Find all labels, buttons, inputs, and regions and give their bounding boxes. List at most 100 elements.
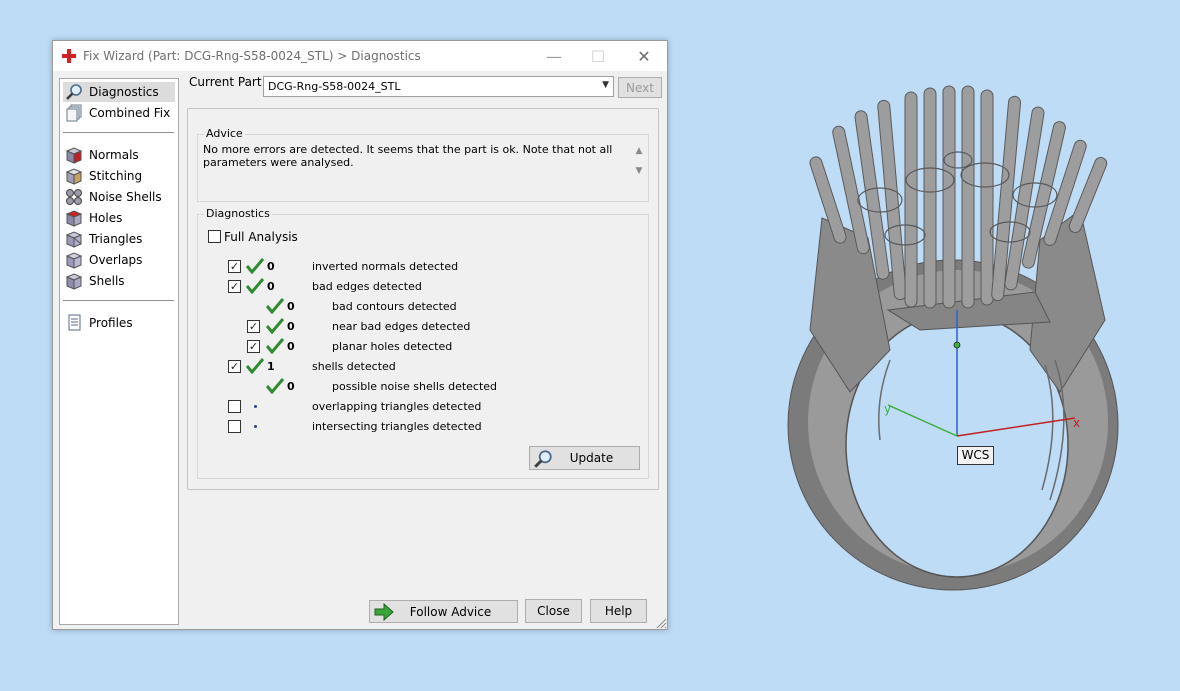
nav-item-noise-shells[interactable]: Noise Shells: [63, 187, 175, 207]
minimize-button[interactable]: —: [531, 41, 577, 71]
holes-cube-icon: [65, 210, 83, 227]
advice-scrollbar[interactable]: ▲ ▼: [633, 141, 645, 185]
planar-holes-count: 0: [287, 340, 295, 353]
fix-wizard-nav: Diagnostics Combined Fix Normals Stitchi…: [59, 78, 179, 625]
window-title: Fix Wizard (Part: DCG-Rng-S58-0024_STL) …: [83, 49, 421, 63]
pending-dot-icon: [254, 405, 257, 408]
nav-item-stitching[interactable]: Stitching: [63, 166, 175, 186]
nav-item-profiles[interactable]: Profiles: [63, 313, 175, 333]
current-part-dropdown[interactable]: DCG-Rng-S58-0024_STL ▼: [263, 76, 614, 97]
close-button[interactable]: Close: [525, 599, 582, 623]
maximize-button[interactable]: ☐: [575, 41, 621, 71]
nav-item-combined-fix[interactable]: Combined Fix: [63, 103, 175, 123]
bad-contours-label: bad contours detected: [332, 300, 457, 313]
magnifier-icon: [534, 450, 552, 468]
nav-label: Noise Shells: [89, 190, 162, 204]
nav-label: Stitching: [89, 169, 143, 183]
nav-item-diagnostics[interactable]: Diagnostics: [63, 82, 175, 102]
advice-group: Advice No more errors are detected. It s…: [197, 127, 649, 202]
green-check-icon: [246, 358, 264, 374]
help-button[interactable]: Help: [590, 599, 647, 623]
advice-text: No more errors are detected. It seems th…: [203, 143, 623, 195]
bad-edges-count: 0: [267, 280, 275, 293]
noise-shells-label: possible noise shells detected: [332, 380, 498, 393]
nav-label: Diagnostics: [89, 85, 159, 99]
bad-edges-checkbox[interactable]: ✓: [228, 280, 241, 293]
shells-label: shells detected: [312, 360, 396, 373]
green-check-icon: [246, 278, 264, 294]
magnifier-icon: [66, 84, 82, 100]
stacked-pages-icon: [66, 104, 82, 122]
shells-icon: [65, 273, 83, 290]
green-arrow-icon: [374, 603, 394, 621]
inverted-normals-label: inverted normals detected: [312, 260, 459, 273]
full-analysis-label: Full Analysis: [224, 230, 298, 244]
intersecting-triangles-label: intersecting triangles detected: [312, 420, 482, 433]
overlaps-icon: [65, 252, 83, 269]
current-part-value: DCG-Rng-S58-0024_STL: [268, 80, 401, 93]
nav-label: Profiles: [89, 316, 133, 330]
nav-item-shells[interactable]: Shells: [63, 271, 175, 291]
x-axis-label: x: [1073, 416, 1080, 430]
nav-item-holes[interactable]: Holes: [63, 208, 175, 228]
planar-holes-label: planar holes detected: [332, 340, 453, 353]
inverted-normals-checkbox[interactable]: ✓: [228, 260, 241, 273]
diagnostics-group: Diagnostics Full Analysis ✓ 0 inverted n…: [197, 207, 649, 479]
profile-document-icon: [68, 314, 81, 331]
triangles-cube-icon: [65, 231, 83, 248]
overlapping-triangles-checkbox[interactable]: [228, 400, 241, 413]
nav-label: Holes: [89, 211, 123, 225]
follow-advice-button[interactable]: Follow Advice: [369, 600, 518, 623]
nav-item-overlaps[interactable]: Overlaps: [63, 250, 175, 270]
nav-label: Shells: [89, 274, 125, 288]
green-check-icon: [266, 298, 284, 314]
fix-wizard-window: Fix Wizard (Part: DCG-Rng-S58-0024_STL) …: [52, 40, 668, 630]
chevron-down-icon: ▼: [602, 80, 609, 90]
pending-dot-icon: [254, 425, 257, 428]
nav-label: Combined Fix: [89, 106, 171, 120]
y-axis-label: y: [884, 402, 891, 416]
bad-edges-label: bad edges detected: [312, 280, 422, 293]
overlapping-triangles-label: overlapping triangles detected: [312, 400, 482, 413]
stitching-icon: [65, 168, 83, 185]
next-button[interactable]: Next: [618, 77, 662, 98]
planar-holes-checkbox[interactable]: ✓: [247, 340, 260, 353]
near-bad-edges-count: 0: [287, 320, 295, 333]
intersecting-triangles-checkbox[interactable]: [228, 420, 241, 433]
ring-model: [787, 85, 1119, 591]
shells-checkbox[interactable]: ✓: [228, 360, 241, 373]
follow-advice-label: Follow Advice: [409, 604, 492, 619]
nav-item-triangles[interactable]: Triangles: [63, 229, 175, 249]
advice-title: Advice: [204, 127, 245, 140]
diagnostics-panel: Advice No more errors are detected. It s…: [187, 108, 659, 490]
near-bad-edges-label: near bad edges detected: [332, 320, 471, 333]
title-bar[interactable]: Fix Wizard (Part: DCG-Rng-S58-0024_STL) …: [53, 41, 667, 71]
shells-count: 1: [267, 360, 275, 373]
inverted-normals-count: 0: [267, 260, 275, 273]
green-check-icon: [266, 338, 284, 354]
nav-separator: [63, 300, 174, 301]
advice-line: parameters were analysed.: [203, 156, 354, 169]
resize-grip-icon[interactable]: [655, 617, 667, 629]
green-check-icon: [266, 378, 284, 394]
bad-contours-count: 0: [287, 300, 295, 313]
near-bad-edges-checkbox[interactable]: ✓: [247, 320, 260, 333]
red-cross-app-icon: [62, 49, 76, 63]
green-check-icon: [246, 258, 264, 274]
update-label: Update: [569, 451, 614, 465]
nav-label: Normals: [89, 148, 139, 162]
nav-separator: [63, 132, 174, 133]
full-analysis-checkbox[interactable]: [208, 230, 221, 243]
noise-shells-icon: [66, 189, 82, 205]
normals-cube-icon: [65, 147, 83, 164]
noise-shells-count: 0: [287, 380, 295, 393]
current-part-label: Current Part:: [189, 75, 266, 89]
green-check-icon: [266, 318, 284, 334]
update-button[interactable]: Update: [529, 446, 640, 470]
close-window-button[interactable]: ✕: [621, 41, 667, 71]
wcs-label: WCS: [957, 446, 994, 465]
advice-line: No more errors are detected. It seems th…: [203, 143, 613, 156]
nav-label: Overlaps: [89, 253, 143, 267]
nav-item-normals[interactable]: Normals: [63, 145, 175, 165]
ring-model-viewport[interactable]: y x: [770, 60, 1160, 620]
